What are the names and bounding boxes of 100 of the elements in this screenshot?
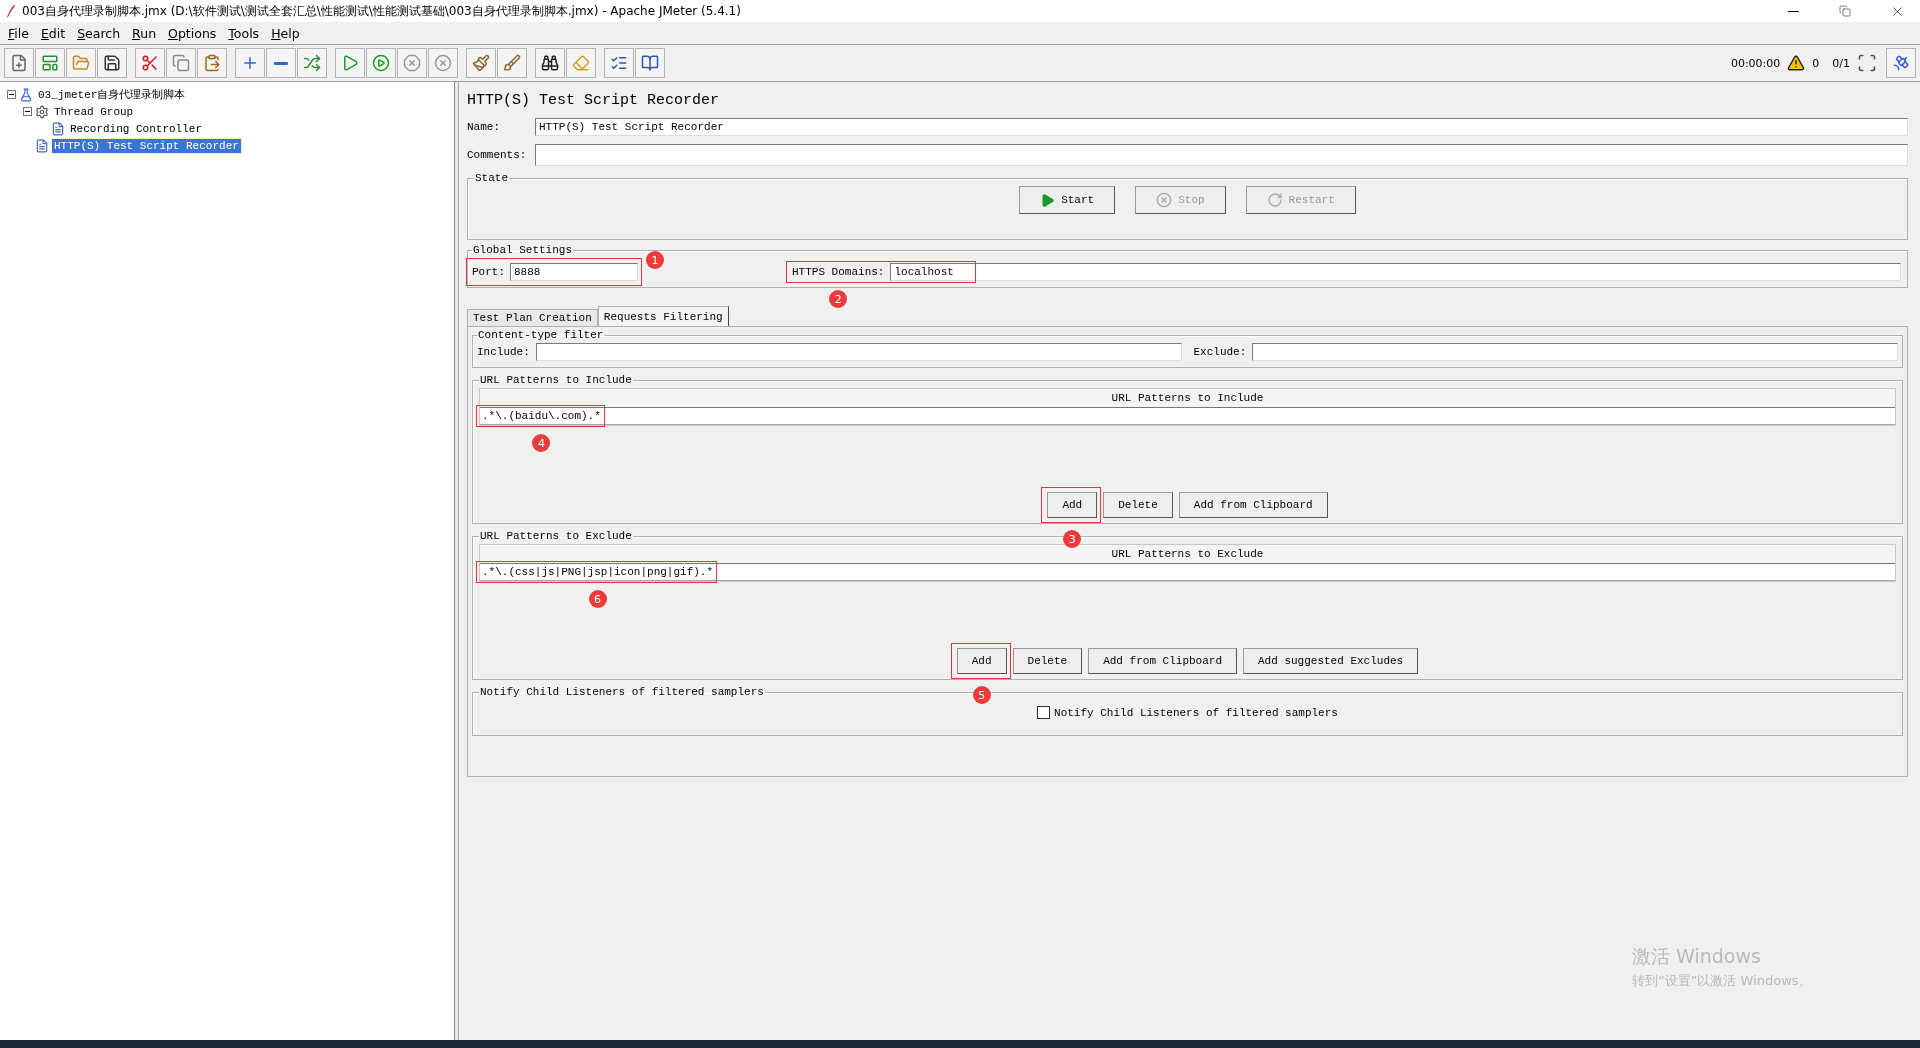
action-button[interactable]: Add — [956, 648, 1007, 674]
action-button[interactable]: Delete — [1103, 492, 1173, 518]
table-cell[interactable]: .*\.(baidu\.com).* — [482, 410, 601, 422]
close-circle-icon — [1156, 192, 1173, 208]
callout-badge: 3 — [1063, 530, 1082, 548]
eraser-icon — [572, 54, 590, 72]
highlight-frame — [1041, 487, 1102, 523]
state-button[interactable]: Start — [1019, 186, 1116, 214]
callout-badge: 1 — [646, 251, 664, 269]
folder-icon — [72, 54, 90, 72]
remote-button[interactable] — [1886, 48, 1916, 78]
action-button[interactable]: Add from Clipboard — [1178, 492, 1328, 518]
help-icon — [641, 54, 659, 72]
field-label: Include: — [477, 346, 530, 358]
toggle-button[interactable] — [297, 48, 327, 78]
shuffle-icon — [303, 54, 321, 72]
callout-badge: 6 — [588, 590, 607, 608]
action-button[interactable]: Add from Clipboard — [1088, 648, 1237, 674]
new-file-icon — [10, 54, 28, 72]
save-icon — [103, 54, 121, 72]
thread-count: 0/1 — [1832, 56, 1850, 70]
clipboard-icon — [203, 54, 221, 72]
highlight-frame — [950, 643, 1011, 679]
feather-icon — [6, 4, 16, 18]
comments-field[interactable] — [535, 144, 1908, 166]
play-icon — [341, 54, 359, 72]
action-button[interactable]: Delete — [1012, 648, 1083, 674]
template-icon — [41, 54, 59, 72]
notify-checkbox[interactable]: Notify Child Listeners of filtered samplers — [479, 706, 1896, 719]
menu-item[interactable]: File — [2, 25, 35, 41]
tab[interactable]: Requests Filtering — [597, 306, 729, 326]
flask-icon — [19, 87, 33, 102]
shutdown-button[interactable] — [428, 48, 458, 78]
include-field[interactable] — [535, 343, 1182, 361]
save-button[interactable] — [97, 48, 127, 78]
start-no-pauses-button[interactable] — [366, 48, 396, 78]
play-icon — [1040, 192, 1056, 208]
collapse-button[interactable] — [266, 48, 296, 78]
tree-item[interactable]: HTTP(S) Test Script Recorder — [52, 138, 241, 153]
table-cell[interactable]: .*\.(css|js|PNG|jsp|icon|png|gif).* — [482, 566, 714, 578]
checkbox[interactable] — [1037, 706, 1051, 719]
start-button[interactable] — [335, 48, 365, 78]
field-label: Name: — [467, 121, 501, 133]
section-title: URL Patterns to Include — [479, 374, 633, 386]
rotate-icon — [1266, 192, 1283, 208]
section-title: Notify Child Listeners of filtered samplers — [479, 686, 765, 698]
elapsed-time: 00:00:00 — [1730, 56, 1781, 70]
cut-button[interactable] — [135, 48, 165, 78]
action-button[interactable]: Add — [1047, 492, 1098, 518]
menu-item[interactable]: Search — [71, 25, 127, 41]
collapse-icon[interactable] — [7, 90, 16, 99]
minimize-icon — [1787, 10, 1799, 12]
callout-badge: 4 — [532, 434, 551, 452]
search-button[interactable] — [535, 48, 565, 78]
copy-icon — [172, 54, 190, 72]
action-button[interactable]: Add suggested Excludes — [1243, 648, 1419, 674]
tree-item[interactable]: Recording Controller — [68, 121, 205, 136]
scissors-icon — [141, 54, 159, 72]
window-title: 003自身代理录制脚本.jmx (D:\软件测试\测试全套汇总\性能测试\性能测试基础\003自身代理录制脚本.jmx) - Apache JMeter (5.4.1) — [22, 2, 742, 20]
document-icon — [35, 138, 49, 153]
help-button[interactable] — [635, 48, 665, 78]
tab[interactable]: Test Plan Creation — [467, 309, 598, 326]
tree-item[interactable]: Thread Group — [52, 104, 136, 119]
stop-button[interactable] — [397, 48, 427, 78]
field-label: Comments: — [467, 149, 528, 161]
function-helper-button[interactable] — [604, 48, 634, 78]
section-title: URL Patterns to Exclude — [479, 530, 633, 542]
minus-icon — [274, 61, 288, 65]
play-circle-icon — [372, 54, 390, 72]
brush-icon — [472, 54, 490, 72]
menu-item[interactable]: Edit — [34, 25, 72, 41]
exclude-field[interactable] — [1252, 343, 1898, 361]
clear-button[interactable] — [466, 48, 496, 78]
collapse-icon[interactable] — [23, 107, 32, 116]
warning-icon — [1787, 54, 1806, 72]
list-icon — [610, 54, 628, 72]
menu-item[interactable]: Help — [265, 25, 306, 41]
field-label: HTTPS Domains: — [792, 266, 885, 278]
gear-icon — [35, 104, 49, 119]
satellite-icon — [1892, 54, 1910, 72]
https-domains-field[interactable]: localhost — [890, 263, 1901, 281]
document-icon — [51, 121, 65, 136]
menu-item[interactable]: Options — [162, 25, 223, 41]
expand-button[interactable] — [235, 48, 265, 78]
new-button[interactable] — [4, 48, 34, 78]
copy-button[interactable] — [166, 48, 196, 78]
field-label: Exclude: — [1193, 346, 1247, 358]
plus-icon — [241, 54, 259, 72]
clear-all-button[interactable] — [497, 48, 527, 78]
menu-item[interactable]: Tools — [222, 25, 266, 41]
port-field[interactable]: 8888 — [510, 263, 638, 281]
callout-badge: 5 — [972, 686, 991, 704]
templates-button[interactable] — [35, 48, 65, 78]
paste-button[interactable] — [197, 48, 227, 78]
stop-icon — [403, 54, 421, 72]
name-field[interactable]: HTTP(S) Test Script Recorder — [535, 118, 1908, 136]
menu-item[interactable]: Run — [126, 25, 163, 41]
section-title: Global Settings — [472, 244, 574, 256]
tree-item[interactable]: 03_jmeter自身代理录制脚本 — [36, 86, 188, 103]
brush-icon — [503, 54, 521, 72]
